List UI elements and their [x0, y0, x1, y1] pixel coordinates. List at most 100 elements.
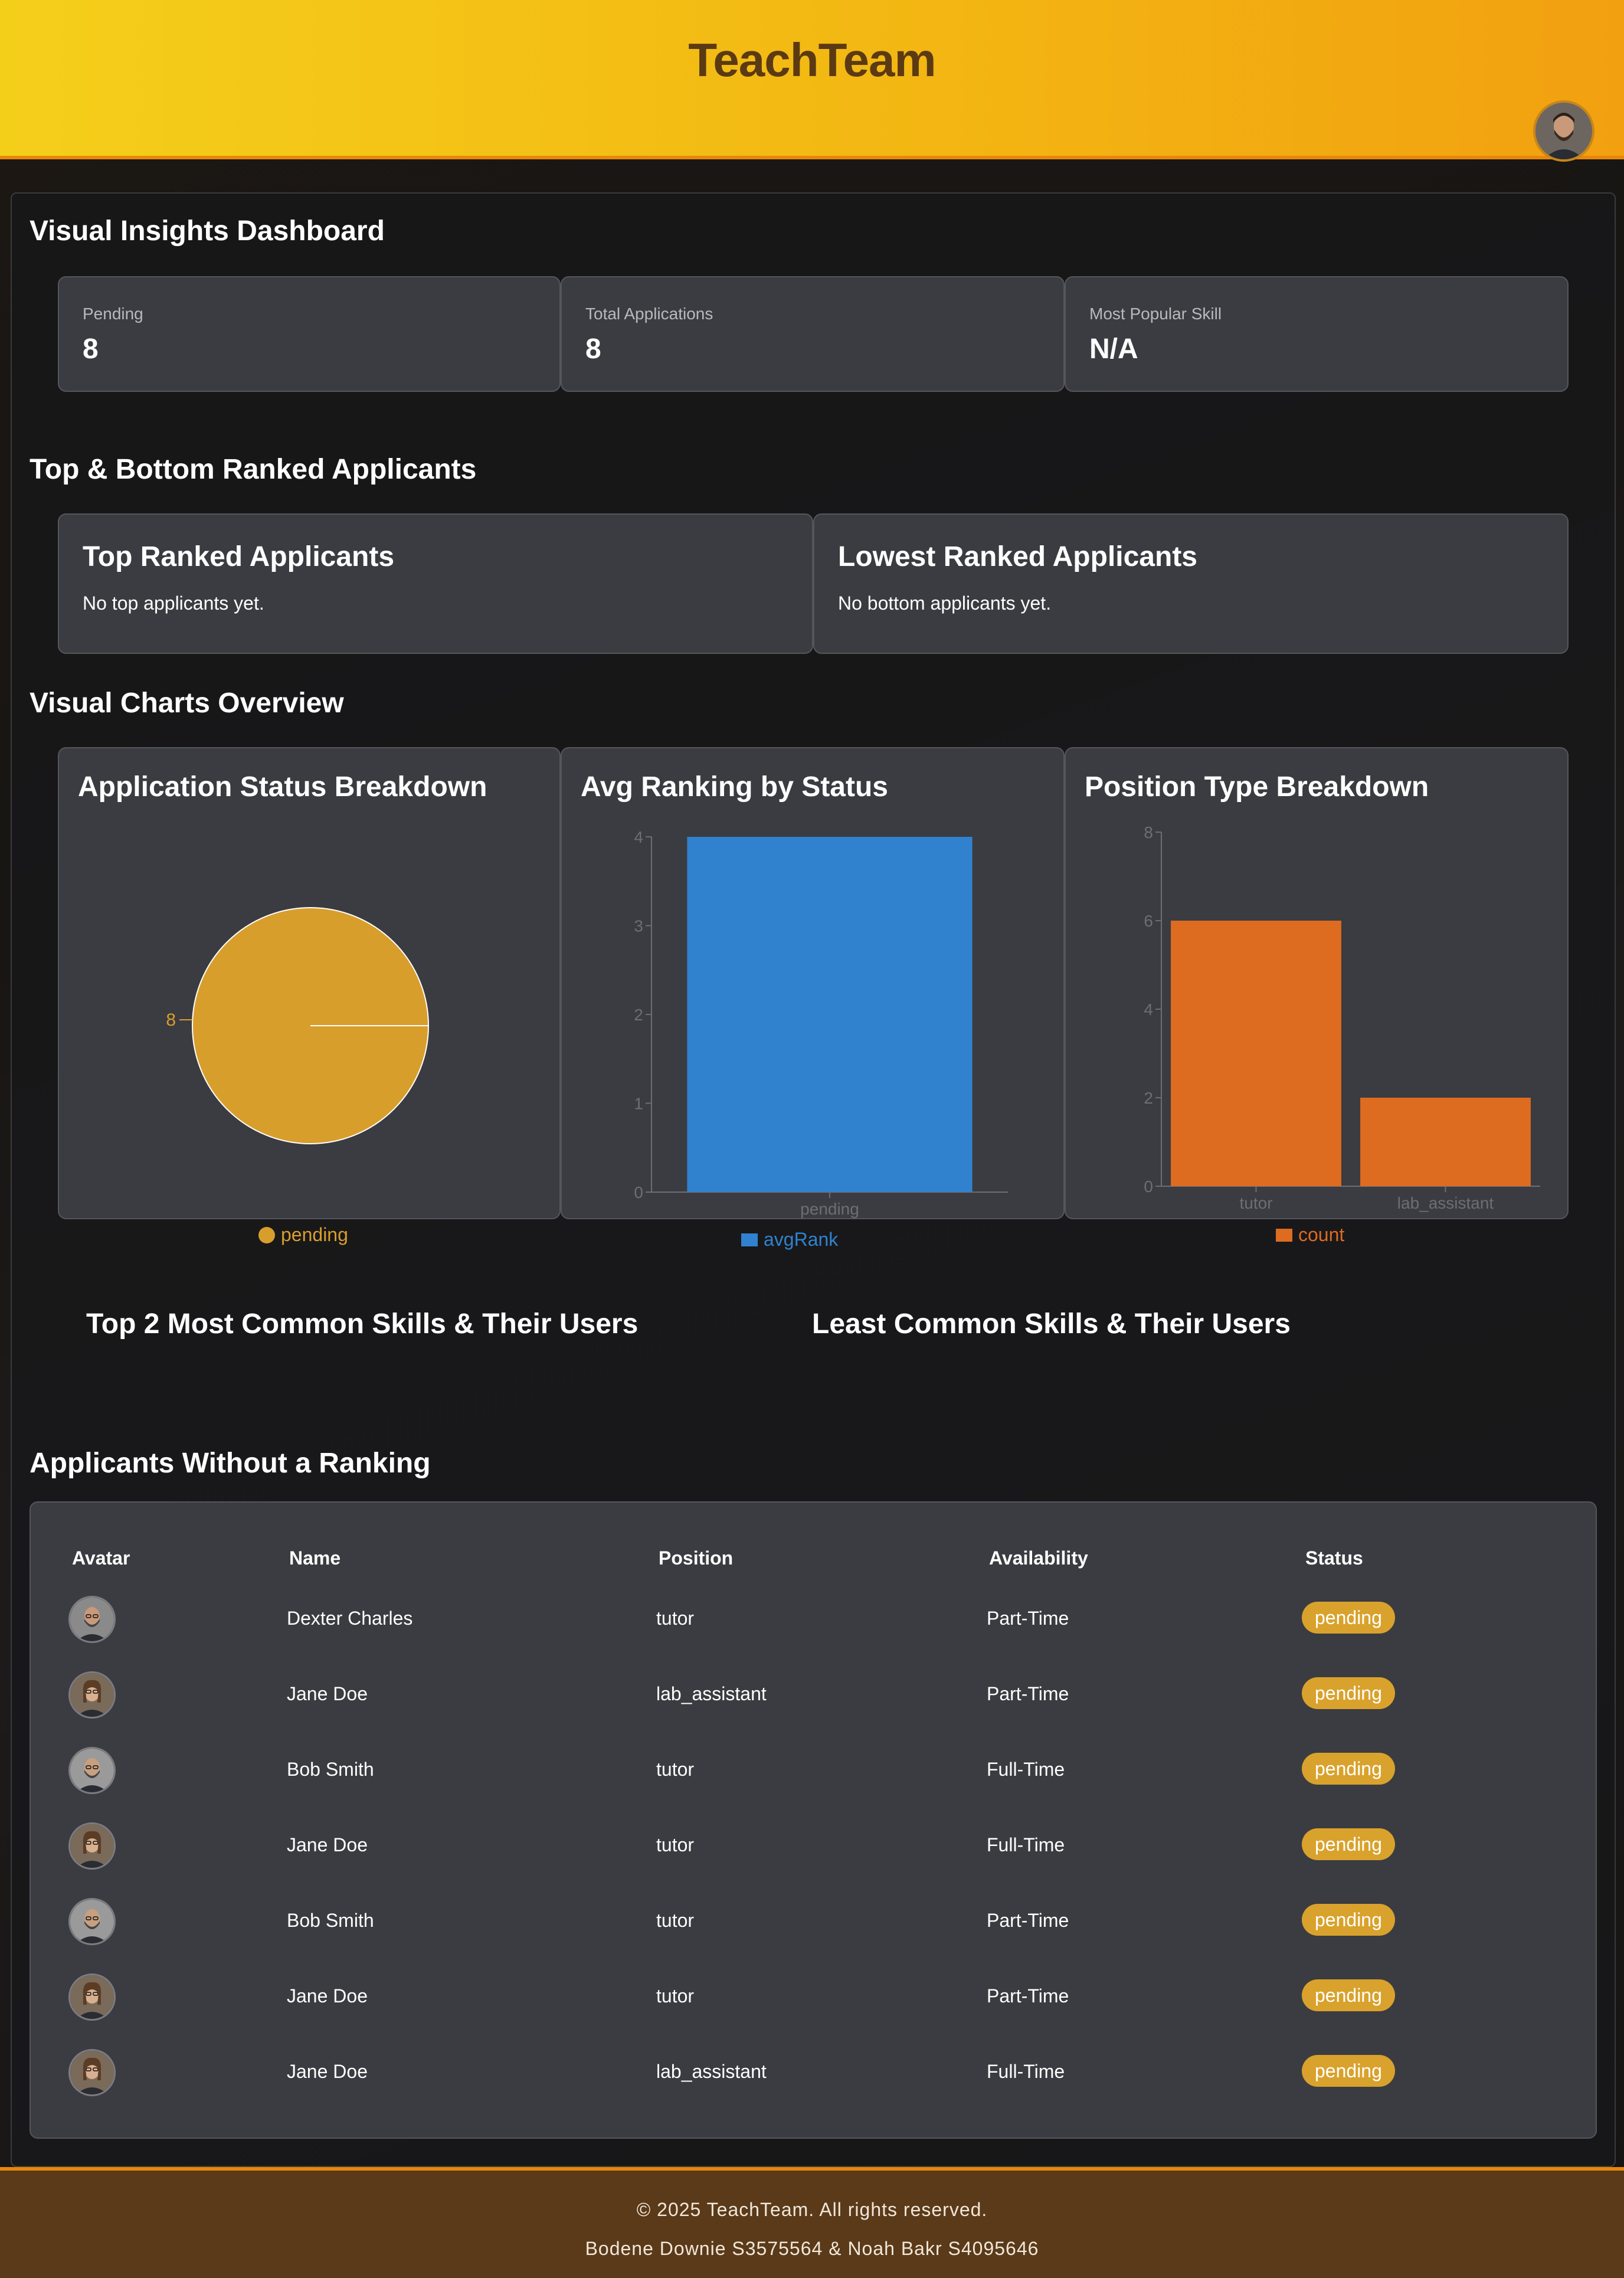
- unranked-table: Avatar Name Position Availability Status…: [30, 1501, 1597, 2139]
- column-header-avatar: Avatar: [72, 1547, 130, 1569]
- table-row[interactable]: Jane Doe tutor Full-Time pending: [31, 1808, 1598, 1884]
- table-row[interactable]: Jane Doe lab_assistant Full-Time pending: [31, 2035, 1598, 2110]
- avatar: [68, 1671, 116, 1719]
- stat-value: 8: [83, 333, 99, 365]
- brand-title[interactable]: TeachTeam: [0, 33, 1624, 87]
- user-avatar-icon[interactable]: [1533, 100, 1594, 162]
- pie-legend[interactable]: pending: [258, 1224, 348, 1246]
- status-badge: pending: [1302, 1753, 1395, 1785]
- status-badge: pending: [1302, 1677, 1395, 1709]
- table-row[interactable]: Bob Smith tutor Part-Time pending: [31, 1884, 1598, 1959]
- bar-lab_assistant: [1360, 1098, 1531, 1186]
- status-badge: pending: [1302, 1828, 1395, 1860]
- y-tick-label: 6: [1144, 912, 1153, 930]
- column-header-position: Position: [659, 1547, 734, 1569]
- pie-data-label: 8: [166, 1010, 176, 1030]
- status-badge: pending: [1302, 1979, 1395, 2011]
- legend-label: avgRank: [764, 1229, 839, 1250]
- cell-name: Jane Doe: [287, 1683, 368, 1704]
- cell-position: tutor: [656, 1910, 695, 1931]
- status-breakdown-chart-card: Application Status Breakdown 8: [58, 747, 561, 1219]
- cell-availability: Full-Time: [987, 1834, 1065, 1855]
- avg-rank-legend[interactable]: avgRank: [741, 1229, 838, 1251]
- cell-availability: Full-Time: [987, 2061, 1065, 2082]
- cell-availability: Full-Time: [987, 1759, 1065, 1780]
- table-row[interactable]: Dexter Charles tutor Part-Time pending: [31, 1582, 1598, 1657]
- stat-card-pending: Pending 8: [58, 276, 561, 392]
- cell-name: Jane Doe: [287, 1834, 368, 1855]
- avatar: [68, 1898, 116, 1945]
- y-tick-label: 3: [634, 917, 643, 935]
- least-skills-title: Least Common Skills & Their Users: [812, 1308, 1291, 1340]
- top-ranked-card: Top Ranked Applicants No top applicants …: [58, 513, 813, 654]
- table-row[interactable]: Jane Doe tutor Part-Time pending: [31, 1959, 1598, 2035]
- page-footer: © 2025 TeachTeam. All rights reserved. B…: [0, 2167, 1624, 2278]
- app-header: TeachTeam: [0, 0, 1624, 162]
- y-tick-label: 4: [1144, 1000, 1153, 1019]
- top-ranked-empty: No top applicants yet.: [83, 593, 264, 614]
- main-panel: Visual Insights Dashboard Pending 8 Tota…: [11, 192, 1616, 2167]
- y-tick-label: 1: [634, 1095, 643, 1113]
- bar-pending: [687, 837, 973, 1192]
- top-ranked-title: Top Ranked Applicants: [83, 541, 395, 572]
- count-legend[interactable]: count: [1276, 1224, 1344, 1246]
- status-badge: pending: [1302, 1904, 1395, 1936]
- avatar: [68, 1747, 116, 1794]
- cell-availability: Part-Time: [987, 1910, 1069, 1931]
- unranked-section-title: Applicants Without a Ranking: [30, 1448, 431, 1479]
- cell-position: tutor: [656, 1608, 695, 1629]
- y-tick-label: 0: [1144, 1177, 1153, 1196]
- top-skills-title: Top 2 Most Common Skills & Their Users: [86, 1308, 639, 1340]
- avatar: [68, 1596, 116, 1643]
- ranked-section-title: Top & Bottom Ranked Applicants: [30, 454, 477, 485]
- position-type-bar-chart: 0 2 4 6 8 tutor lab_assistant: [1144, 823, 1540, 1212]
- legend-label: count: [1298, 1224, 1345, 1245]
- status-badge: pending: [1302, 2055, 1395, 2087]
- bar-tutor: [1171, 921, 1341, 1186]
- status-pie-chart: 8: [166, 907, 429, 1144]
- cell-name: Jane Doe: [287, 1985, 368, 2007]
- y-tick-label: 2: [634, 1006, 643, 1024]
- charts-section-title: Visual Charts Overview: [30, 688, 344, 719]
- cell-availability: Part-Time: [987, 1683, 1069, 1704]
- legend-swatch-avgrank: [741, 1233, 758, 1246]
- stat-card-popular-skill: Most Popular Skill N/A: [1065, 276, 1569, 392]
- cell-position: lab_assistant: [656, 2061, 767, 2082]
- avatar: [68, 1973, 116, 2021]
- y-tick-label: 8: [1144, 823, 1153, 842]
- x-tick-label: pending: [800, 1200, 859, 1218]
- y-tick-label: 0: [634, 1183, 643, 1202]
- avg-ranking-chart-card: Avg Ranking by Status 0 1 2 3 4 pending: [561, 747, 1065, 1219]
- lowest-ranked-title: Lowest Ranked Applicants: [838, 541, 1197, 572]
- cell-name: Bob Smith: [287, 1759, 374, 1780]
- x-tick-label: tutor: [1239, 1194, 1272, 1212]
- legend-swatch-count: [1276, 1228, 1292, 1242]
- cell-position: lab_assistant: [656, 1683, 767, 1704]
- column-header-status: Status: [1305, 1547, 1363, 1569]
- lowest-ranked-empty: No bottom applicants yet.: [838, 593, 1052, 614]
- x-tick-label: lab_assistant: [1397, 1194, 1494, 1212]
- table-row[interactable]: Jane Doe lab_assistant Part-Time pending: [31, 1657, 1598, 1733]
- cell-name: Dexter Charles: [287, 1608, 413, 1629]
- avatar: [68, 2049, 116, 2096]
- table-row[interactable]: Bob Smith tutor Full-Time pending: [31, 1733, 1598, 1808]
- column-header-availability: Availability: [989, 1547, 1088, 1569]
- lowest-ranked-card: Lowest Ranked Applicants No bottom appli…: [813, 513, 1569, 654]
- cell-availability: Part-Time: [987, 1608, 1069, 1629]
- cell-name: Jane Doe: [287, 2061, 368, 2082]
- stat-value: N/A: [1089, 333, 1138, 365]
- cell-name: Bob Smith: [287, 1910, 374, 1931]
- cell-availability: Part-Time: [987, 1985, 1069, 2007]
- stat-value: 8: [585, 333, 601, 365]
- status-badge: pending: [1302, 1602, 1395, 1634]
- stat-label: Pending: [83, 305, 143, 323]
- cell-position: tutor: [656, 1985, 695, 2007]
- legend-swatch-pending: [258, 1226, 275, 1243]
- y-tick-label: 4: [634, 828, 643, 846]
- footer-copyright: © 2025 TeachTeam. All rights reserved.: [636, 2199, 988, 2220]
- position-type-chart-card: Position Type Breakdown 0 2 4 6 8 tutor lab_as…: [1065, 747, 1569, 1219]
- y-tick-label: 2: [1144, 1089, 1153, 1107]
- avatar: [68, 1822, 116, 1870]
- cell-position: tutor: [656, 1759, 695, 1780]
- column-header-name: Name: [289, 1547, 341, 1569]
